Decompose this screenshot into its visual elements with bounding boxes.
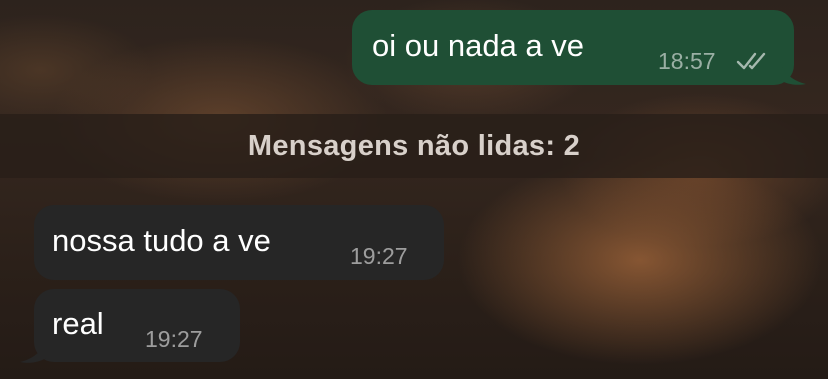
incoming-message-bubble[interactable]: nossa tudo a ve 19:27 xyxy=(34,205,444,280)
message-timestamp: 19:27 xyxy=(145,326,203,352)
unread-messages-label: Mensagens não lidas: 2 xyxy=(247,129,581,162)
outgoing-message-bubble[interactable]: oi ou nada a ve 18:57 xyxy=(352,10,794,85)
message-text: nossa tudo a ve xyxy=(52,223,271,258)
message-text: real xyxy=(52,306,104,341)
message-text: oi ou nada a ve xyxy=(372,28,585,63)
incoming-bubble-tail xyxy=(20,340,46,363)
unread-messages-divider: Mensagens não lidas: 2 xyxy=(0,114,828,178)
message-timestamp: 18:57 xyxy=(658,48,716,74)
incoming-message-bubble[interactable]: real 19:27 xyxy=(34,289,240,362)
read-double-check-icon xyxy=(736,52,766,70)
message-timestamp: 19:27 xyxy=(350,243,408,269)
outgoing-bubble-tail xyxy=(780,62,806,85)
